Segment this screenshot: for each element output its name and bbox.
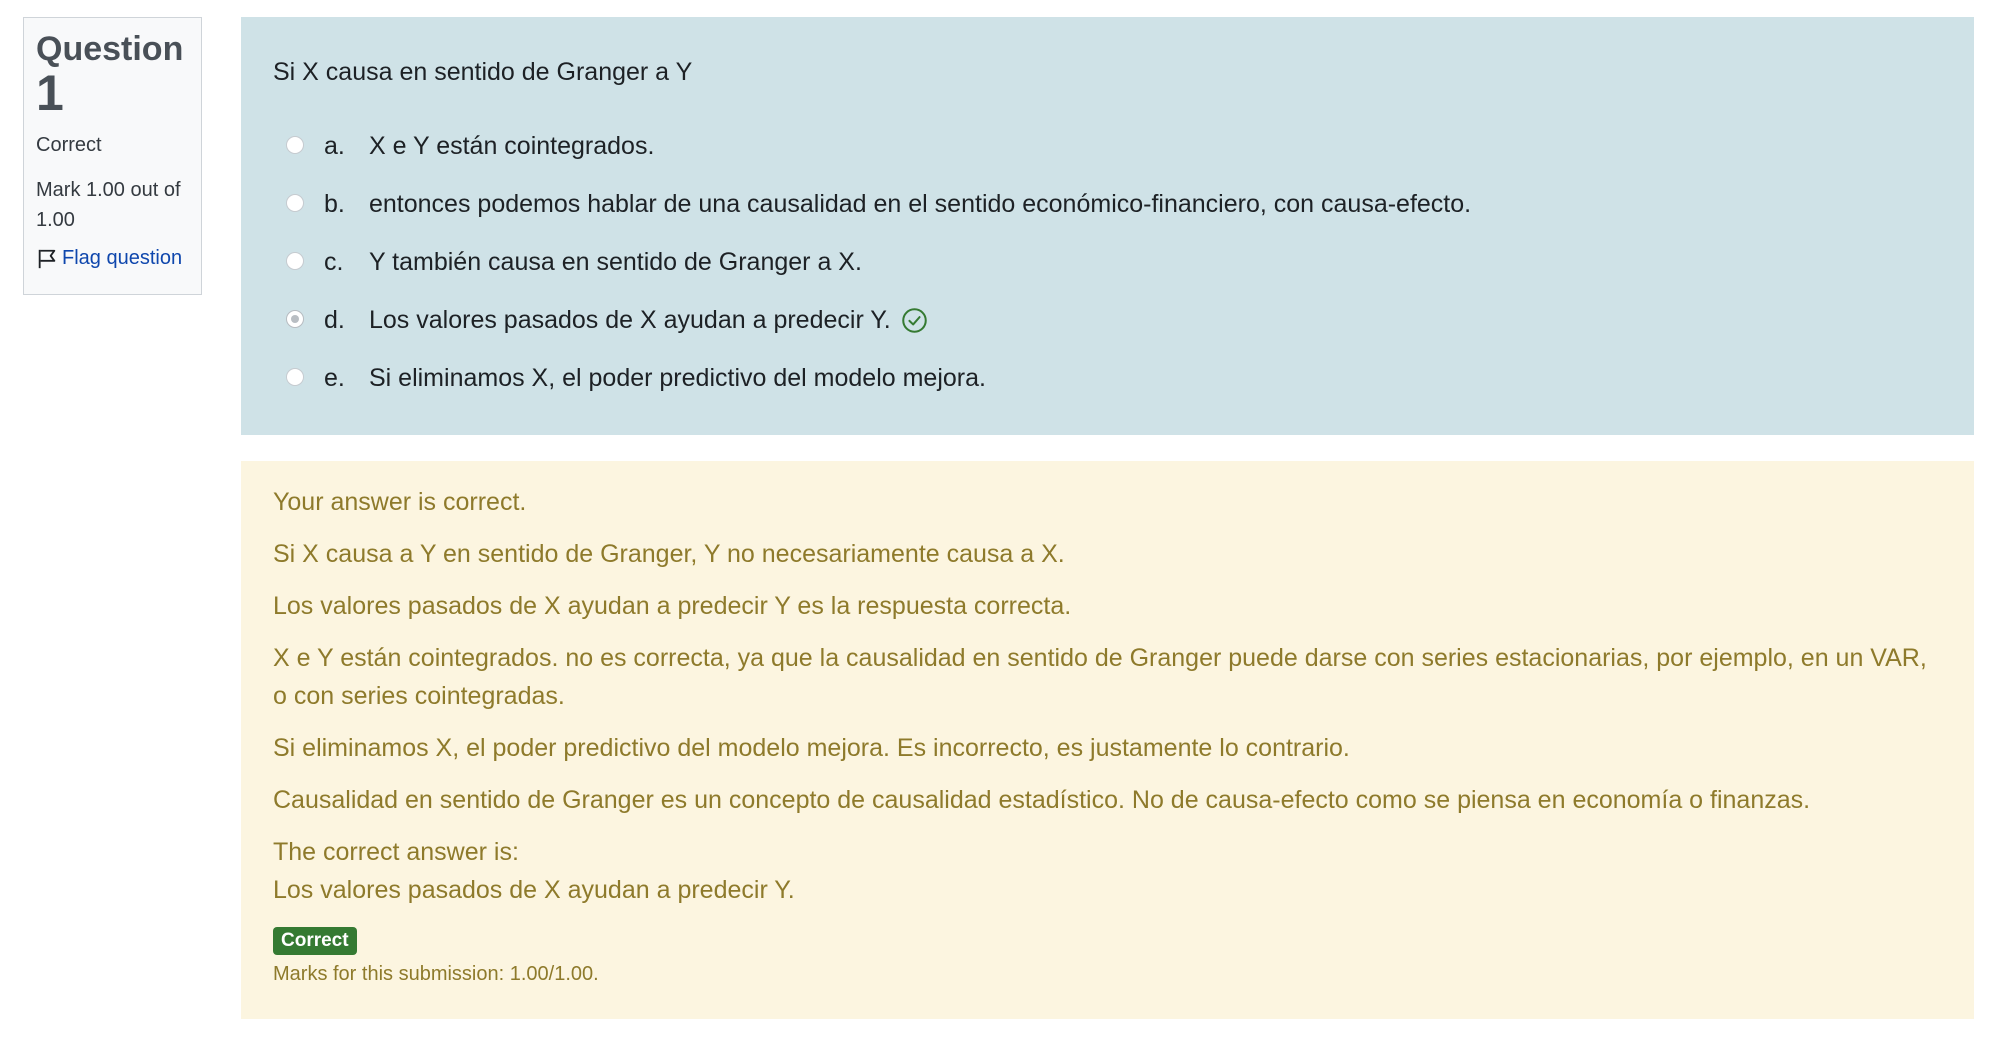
- answer-letter: e.: [324, 363, 345, 392]
- answer-text: entonces podemos hablar de una causalida…: [369, 189, 1472, 218]
- question-state: Correct: [36, 134, 102, 156]
- answer-letter: a.: [324, 131, 345, 160]
- feedback-paragraph: Los valores pasados de X ayudan a predec…: [273, 592, 1072, 620]
- answer-text: Los valores pasados de X ayudan a predec…: [369, 305, 891, 334]
- answer-text: Si eliminamos X, el poder predictivo del…: [369, 363, 986, 392]
- answer-letter: b.: [324, 189, 345, 218]
- answer-option-e[interactable]: e. Si eliminamos X, el poder predictivo …: [273, 349, 1942, 407]
- check-circle-icon: [901, 307, 927, 333]
- correct-badge: Correct: [273, 927, 357, 955]
- question-grade: Mark 1.00 out of 1.00: [36, 179, 181, 231]
- right-answer-label: The correct answer is:: [273, 838, 519, 866]
- feedback-paragraph: Your answer is correct.: [273, 488, 527, 516]
- answer-radio-e[interactable]: [286, 368, 304, 386]
- question-number: 1: [36, 65, 64, 121]
- answer-list: a. X e Y están cointegrados. b. entonces…: [273, 117, 1942, 407]
- question-text: Si X causa en sentido de Granger a Y: [273, 58, 693, 86]
- flag-question-link[interactable]: Flag question: [36, 247, 189, 270]
- flag-question-label: Flag question: [62, 247, 183, 269]
- answer-option-d[interactable]: d. Los valores pasados de X ayudan a pre…: [273, 291, 1942, 349]
- answer-text: X e Y están cointegrados.: [369, 131, 655, 160]
- answer-radio-d[interactable]: [286, 310, 304, 328]
- question-feedback: Your answer is correct. Si X causa a Y e…: [241, 461, 1974, 1019]
- right-answer-text: Los valores pasados de X ayudan a predec…: [273, 876, 795, 904]
- answer-letter: d.: [324, 305, 345, 334]
- feedback-paragraph: Causalidad en sentido de Granger es un c…: [273, 786, 1811, 814]
- right-answer: The correct answer is: Los valores pasad…: [273, 833, 1942, 909]
- answer-letter: c.: [324, 247, 344, 276]
- answer-radio-a[interactable]: [286, 136, 304, 154]
- answer-radio-c[interactable]: [286, 252, 304, 270]
- answer-option-a[interactable]: a. X e Y están cointegrados.: [273, 117, 1942, 175]
- question-info-panel: Question 1 Correct Mark 1.00 out of 1.00…: [23, 17, 202, 295]
- feedback-paragraph: Si eliminamos X, el poder predictivo del…: [273, 734, 1350, 762]
- answer-radio-b[interactable]: [286, 194, 304, 212]
- answer-option-b[interactable]: b. entonces podemos hablar de una causal…: [273, 175, 1942, 233]
- answer-text: Y también causa en sentido de Granger a …: [369, 247, 862, 276]
- question-label: Question: [36, 30, 184, 68]
- flag-icon: [38, 249, 56, 268]
- submission-marks: Marks for this submission: 1.00/1.00.: [273, 963, 599, 985]
- feedback-paragraph: Si X causa a Y en sentido de Granger, Y …: [273, 540, 1065, 568]
- question-content: Si X causa en sentido de Granger a Y a. …: [241, 17, 1974, 435]
- answer-option-c[interactable]: c. Y también causa en sentido de Granger…: [273, 233, 1942, 291]
- feedback-paragraph: X e Y están cointegrados. no es correcta…: [273, 644, 1927, 710]
